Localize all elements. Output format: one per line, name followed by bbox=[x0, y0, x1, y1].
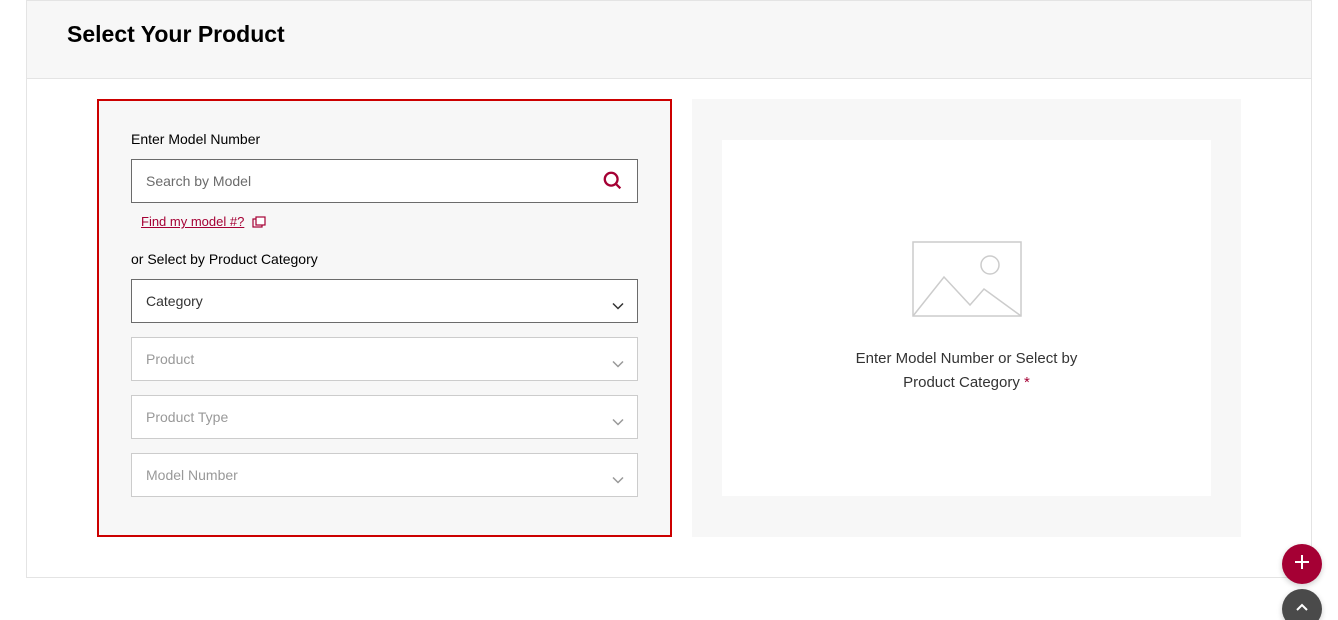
product-form-panel: Enter Model Number Find my model #? bbox=[97, 99, 672, 537]
product-select[interactable]: Product bbox=[131, 337, 638, 381]
model-number-label: Enter Model Number bbox=[131, 131, 638, 147]
chevron-down-icon bbox=[612, 355, 624, 363]
image-placeholder-icon bbox=[912, 241, 1022, 317]
plus-icon bbox=[1293, 553, 1311, 576]
product-select-value: Product bbox=[146, 351, 194, 367]
model-number-select-wrapper: Model Number bbox=[131, 453, 638, 497]
product-type-select[interactable]: Product Type bbox=[131, 395, 638, 439]
model-number-select[interactable]: Model Number bbox=[131, 453, 638, 497]
preview-panel: Enter Model Number or Select by Product … bbox=[692, 99, 1241, 537]
chevron-down-icon bbox=[612, 413, 624, 421]
content-area: Enter Model Number Find my model #? bbox=[27, 79, 1311, 577]
preview-inner: Enter Model Number or Select by Product … bbox=[722, 140, 1211, 496]
chevron-down-icon bbox=[612, 471, 624, 479]
product-type-select-wrapper: Product Type bbox=[131, 395, 638, 439]
search-wrapper bbox=[131, 159, 638, 203]
category-select[interactable]: Category bbox=[131, 279, 638, 323]
instruction-text: Enter Model Number or Select by Product … bbox=[837, 347, 1097, 395]
popup-icon bbox=[252, 216, 266, 228]
search-icon[interactable] bbox=[602, 170, 624, 192]
product-type-select-value: Product Type bbox=[146, 409, 228, 425]
chevron-up-icon bbox=[1295, 600, 1309, 618]
category-label: or Select by Product Category bbox=[131, 251, 638, 267]
required-asterisk: * bbox=[1024, 374, 1030, 391]
fab-scroll-top-button[interactable] bbox=[1282, 589, 1322, 620]
chevron-down-icon bbox=[612, 297, 624, 305]
page-title: Select Your Product bbox=[67, 21, 1271, 48]
product-selection-container: Select Your Product Enter Model Number F… bbox=[26, 0, 1312, 578]
fab-plus-button[interactable] bbox=[1282, 544, 1322, 584]
model-search-input[interactable] bbox=[131, 159, 638, 203]
header-section: Select Your Product bbox=[27, 1, 1311, 79]
category-select-wrapper: Category bbox=[131, 279, 638, 323]
product-select-wrapper: Product bbox=[131, 337, 638, 381]
category-select-value: Category bbox=[146, 293, 203, 309]
model-number-select-value: Model Number bbox=[146, 467, 238, 483]
find-model-link-text: Find my model #? bbox=[141, 214, 244, 229]
find-model-link[interactable]: Find my model #? bbox=[141, 214, 266, 229]
instruction-message: Enter Model Number or Select by Product … bbox=[856, 350, 1078, 391]
